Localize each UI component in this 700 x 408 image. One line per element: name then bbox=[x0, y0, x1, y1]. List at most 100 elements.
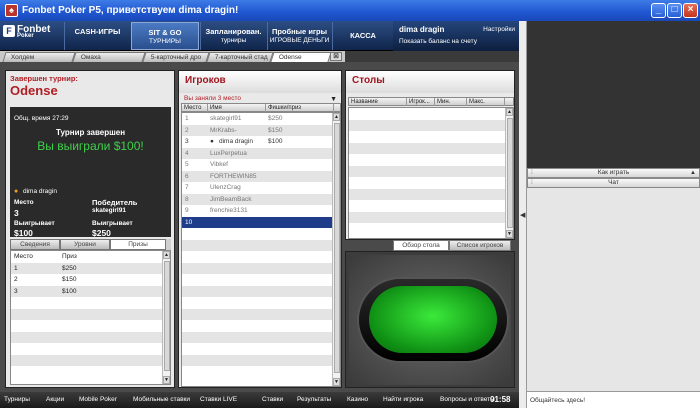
tab-player-list[interactable]: Список игроков bbox=[449, 240, 511, 251]
tab-7-card-stud[interactable]: 7-карточный стад bbox=[206, 52, 274, 62]
scroll-up-icon[interactable]: ▲ bbox=[506, 108, 513, 116]
winner-label: Победитель bbox=[92, 198, 138, 207]
tab-holdem[interactable]: Холдем bbox=[2, 52, 76, 62]
table-row[interactable]: 10 bbox=[182, 216, 340, 228]
tables-scrollbar[interactable]: ▲ ▼ bbox=[505, 108, 513, 238]
table-row bbox=[182, 274, 340, 286]
list-item[interactable]: 2 $150 bbox=[11, 274, 170, 286]
players-scrollbar[interactable]: ▲ ▼ bbox=[332, 113, 340, 386]
user-name: dima dragin bbox=[399, 25, 445, 34]
scroll-thumb[interactable] bbox=[334, 123, 340, 373]
tab-5-card-draw[interactable]: 5-карточный дро bbox=[142, 52, 210, 62]
tab-prizes[interactable]: Призы bbox=[110, 239, 166, 250]
window-title: Fonbet Poker P5, приветствуем dima dragi… bbox=[22, 5, 239, 16]
col-name[interactable]: Имя bbox=[208, 104, 266, 112]
nav-cashier[interactable]: КАССА bbox=[332, 22, 393, 50]
tab-details[interactable]: Сведения bbox=[10, 239, 60, 250]
scroll-thumb[interactable] bbox=[164, 261, 170, 371]
wins-value: $100 bbox=[14, 228, 33, 238]
table-row[interactable]: 8 JimBeamBack bbox=[182, 193, 340, 205]
table-row[interactable]: 5 Vibkef bbox=[182, 159, 340, 171]
maximize-button[interactable]: □ bbox=[667, 3, 682, 18]
tab-omaha-label: Омаха bbox=[80, 54, 101, 61]
col-max[interactable]: Макс. bbox=[467, 98, 505, 106]
list-item[interactable]: 3 $100 bbox=[11, 285, 170, 297]
scroll-down-icon[interactable]: ▼ bbox=[506, 230, 513, 238]
row-name: frenchie3131 bbox=[210, 207, 248, 214]
table-row[interactable]: 6 FORTHEWIN85 bbox=[182, 170, 340, 182]
tab-holdem-label: Холдем bbox=[10, 54, 35, 61]
nav-scheduled[interactable]: Запланирован. турниры bbox=[200, 22, 266, 50]
show-balance-link[interactable]: Показать баланс на счету bbox=[399, 38, 477, 45]
table-row bbox=[182, 366, 340, 378]
list-item bbox=[11, 366, 170, 378]
title-bar[interactable]: ♠ Fonbet Poker P5, приветствуем dima dra… bbox=[0, 0, 700, 21]
scroll-up-icon[interactable]: ▲ bbox=[163, 251, 170, 259]
tab-table-view[interactable]: Обзор стола bbox=[393, 240, 449, 251]
tab-levels[interactable]: Уровни bbox=[60, 239, 110, 250]
chat-header[interactable]: ⁞ Чат bbox=[527, 178, 700, 188]
list-item[interactable]: 1 $250 bbox=[11, 262, 170, 274]
footer-live-bets[interactable]: Ставки LIVE bbox=[200, 396, 237, 403]
footer-faq[interactable]: Вопросы и ответы bbox=[440, 396, 495, 403]
tab-odense-label: Odense bbox=[278, 54, 302, 61]
prizes-scrollbar[interactable]: ▲ ▼ bbox=[162, 251, 170, 384]
footer-find-player[interactable]: Найти игрока bbox=[383, 396, 423, 403]
nav-cash-games[interactable]: CASH-ИГРЫ bbox=[64, 22, 130, 50]
scroll-thumb[interactable] bbox=[507, 118, 513, 228]
footer-promotions[interactable]: Акции bbox=[46, 396, 64, 403]
close-button[interactable]: × bbox=[683, 3, 698, 18]
chat-input[interactable]: Общайтесь здесь! bbox=[527, 391, 700, 408]
table-row[interactable]: 9 frenchie3131 bbox=[182, 205, 340, 217]
footer-casino[interactable]: Казино bbox=[347, 396, 368, 403]
table-row[interactable]: 4 LuxPerpetua bbox=[182, 147, 340, 159]
sidebar-splitter[interactable]: ◀ bbox=[519, 21, 527, 408]
footer-mobile-bets[interactable]: Мобильные ставки bbox=[133, 396, 190, 403]
collapse-arrow-icon[interactable]: ◀ bbox=[520, 211, 525, 219]
col-place[interactable]: Место bbox=[182, 104, 208, 112]
footer-bets[interactable]: Ставки bbox=[262, 396, 283, 403]
chat-label: Чат bbox=[608, 179, 619, 186]
nav-play-money[interactable]: Пробные игры ИГРОВЫЕ ДЕНЬГИ bbox=[267, 22, 331, 50]
col-min[interactable]: Мин. bbox=[435, 98, 467, 106]
col-players[interactable]: Игрок... bbox=[407, 98, 435, 106]
tournament-panel: Завершен турнир: Odense Общ. время 27:29… bbox=[5, 70, 175, 388]
table-row bbox=[182, 228, 340, 240]
footer-tournaments[interactable]: Турниры bbox=[4, 396, 30, 403]
chat-messages bbox=[527, 188, 700, 391]
collapse-icon[interactable]: ▲ bbox=[690, 169, 696, 177]
footer-mobile-poker[interactable]: Mobile Poker bbox=[79, 396, 117, 403]
table-row bbox=[182, 308, 340, 320]
table-row[interactable]: 2 MrKrabs- $150 bbox=[182, 124, 340, 136]
main-content: Завершен турнир: Odense Общ. время 27:29… bbox=[0, 62, 519, 392]
table-row[interactable]: 3 ● dima dragin $100 bbox=[182, 136, 340, 148]
col-table-name[interactable]: Название bbox=[349, 98, 407, 106]
table-row[interactable]: 7 UlenzCrag bbox=[182, 182, 340, 194]
prize-amount: $100 bbox=[62, 287, 77, 295]
scroll-down-icon[interactable]: ▼ bbox=[163, 376, 170, 384]
winner-name: skategirl91 bbox=[92, 207, 126, 214]
scroll-down-icon[interactable]: ▼ bbox=[333, 378, 340, 386]
right-sidebar: ◀ ⁞ Как играть ▲ ⁞ Чат Общайтесь здесь! bbox=[519, 21, 700, 408]
winner-wins-label: Выигрывает bbox=[92, 220, 133, 227]
filter-icon[interactable]: ▼ bbox=[330, 96, 337, 103]
how-to-play-header[interactable]: ⁞ Как играть ▲ bbox=[527, 168, 700, 178]
prize-place: 1 bbox=[14, 264, 18, 272]
footer-results[interactable]: Результаты bbox=[297, 396, 331, 403]
scroll-up-icon[interactable]: ▲ bbox=[333, 113, 340, 121]
close-tab-icon[interactable]: ⊠ bbox=[330, 52, 342, 61]
table-row bbox=[182, 285, 340, 297]
app-window: ♠ Fonbet Poker P5, приветствуем dima dra… bbox=[0, 0, 700, 408]
minimize-button[interactable]: _ bbox=[651, 3, 666, 18]
tab-odense[interactable]: Odense bbox=[270, 52, 332, 62]
settings-link[interactable]: Настройки bbox=[483, 26, 515, 33]
prizes-header: Место Приз bbox=[11, 251, 170, 263]
col-chips[interactable]: Фишки/приз bbox=[266, 104, 334, 112]
table-row bbox=[349, 223, 513, 235]
nav-sit-and-go[interactable]: SIT & GO ТУРНИРЫ bbox=[131, 22, 199, 50]
table-row[interactable]: 1 skategirl91 $250 bbox=[182, 113, 340, 125]
list-item bbox=[11, 320, 170, 332]
wins-label: Выигрывает bbox=[14, 220, 55, 227]
players-panel: Игроков Вы заняли 3 место ▼ Место Имя Фи… bbox=[178, 70, 342, 388]
tab-omaha[interactable]: Омаха bbox=[72, 52, 146, 62]
